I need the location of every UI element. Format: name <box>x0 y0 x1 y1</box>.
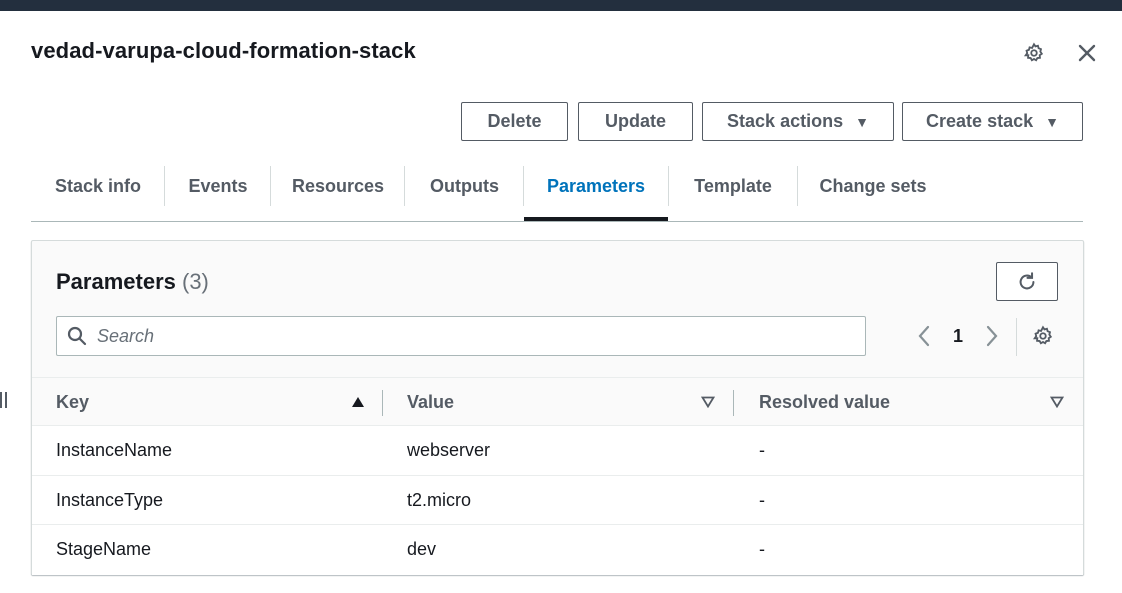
cell-key: InstanceName <box>56 440 173 460</box>
search-box <box>56 316 866 356</box>
update-button[interactable]: Update <box>578 102 693 141</box>
cell-resolved-value: - <box>759 440 765 460</box>
table-row: StageName dev - <box>32 525 1083 575</box>
column-header-value[interactable]: Value <box>407 378 454 426</box>
delete-button[interactable]: Delete <box>461 102 568 141</box>
table-header: Key Value Resolved value <box>32 377 1083 426</box>
column-resizer[interactable] <box>733 390 734 416</box>
resize-handle[interactable] <box>0 392 12 408</box>
parameters-count: (3) <box>182 269 209 294</box>
sort-icon[interactable] <box>1049 394 1065 410</box>
stack-actions-button[interactable]: Stack actions ▼ <box>702 102 894 141</box>
close-icon[interactable] <box>1073 39 1101 67</box>
cell-resolved-value: - <box>759 489 765 510</box>
parameters-panel: Parameters (3) 1 Key <box>31 240 1084 575</box>
gear-icon[interactable] <box>1020 39 1048 67</box>
create-stack-label: Create stack <box>926 111 1034 131</box>
table-row: InstanceType t2.micro - <box>32 475 1083 525</box>
next-page-icon[interactable] <box>980 321 1004 351</box>
tab-resources[interactable]: Resources <box>271 166 405 206</box>
tab-template[interactable]: Template <box>668 166 798 206</box>
cell-value: dev <box>407 539 437 559</box>
cell-value: webserver <box>407 440 491 460</box>
sort-icon[interactable] <box>700 394 716 410</box>
tab-events[interactable]: Events <box>165 166 271 206</box>
column-header-resolved-value[interactable]: Resolved value <box>759 378 890 426</box>
panel-title-text: Parameters <box>56 269 176 294</box>
refresh-button[interactable] <box>996 262 1058 301</box>
pager-divider <box>1016 318 1017 356</box>
table-row: InstanceName webserver - <box>32 426 1083 476</box>
cell-key: InstanceType <box>56 489 164 510</box>
sort-ascending-icon[interactable] <box>350 394 366 410</box>
cell-key: StageName <box>56 539 152 559</box>
cell-resolved-value: - <box>759 539 765 559</box>
column-header-key[interactable]: Key <box>56 378 89 426</box>
previous-page-icon[interactable] <box>912 321 936 351</box>
tab-stack-info[interactable]: Stack info <box>31 166 165 206</box>
create-stack-button[interactable]: Create stack ▼ <box>902 102 1083 141</box>
table-body: InstanceName webserver - InstanceType t2… <box>32 426 1083 575</box>
refresh-icon <box>1019 271 1035 289</box>
stack-actions-label: Stack actions <box>727 111 844 131</box>
stack-title: vedad-varupa-cloud-formation-stack <box>31 38 416 63</box>
caret-down-icon: ▼ <box>855 113 869 130</box>
search-input[interactable] <box>97 318 857 354</box>
caret-down-icon: ▼ <box>1045 113 1059 130</box>
column-resizer[interactable] <box>382 390 383 416</box>
page-number[interactable]: 1 <box>946 321 970 351</box>
cell-value: t2.micro <box>407 489 472 510</box>
tab-parameters[interactable]: Parameters <box>524 166 668 206</box>
panel-title: Parameters (3) <box>56 269 209 295</box>
stack-tabs: Stack info Events Resources Outputs Para… <box>31 150 1083 222</box>
search-icon <box>57 317 97 355</box>
top-navigation-bar <box>0 0 1122 11</box>
tab-outputs[interactable]: Outputs <box>405 166 524 206</box>
parameters-table: Key Value Resolved value InstanceName we… <box>32 377 1083 575</box>
active-tab-indicator <box>524 217 668 221</box>
gear-icon[interactable] <box>1028 321 1058 351</box>
tab-change-sets[interactable]: Change sets <box>798 166 948 206</box>
